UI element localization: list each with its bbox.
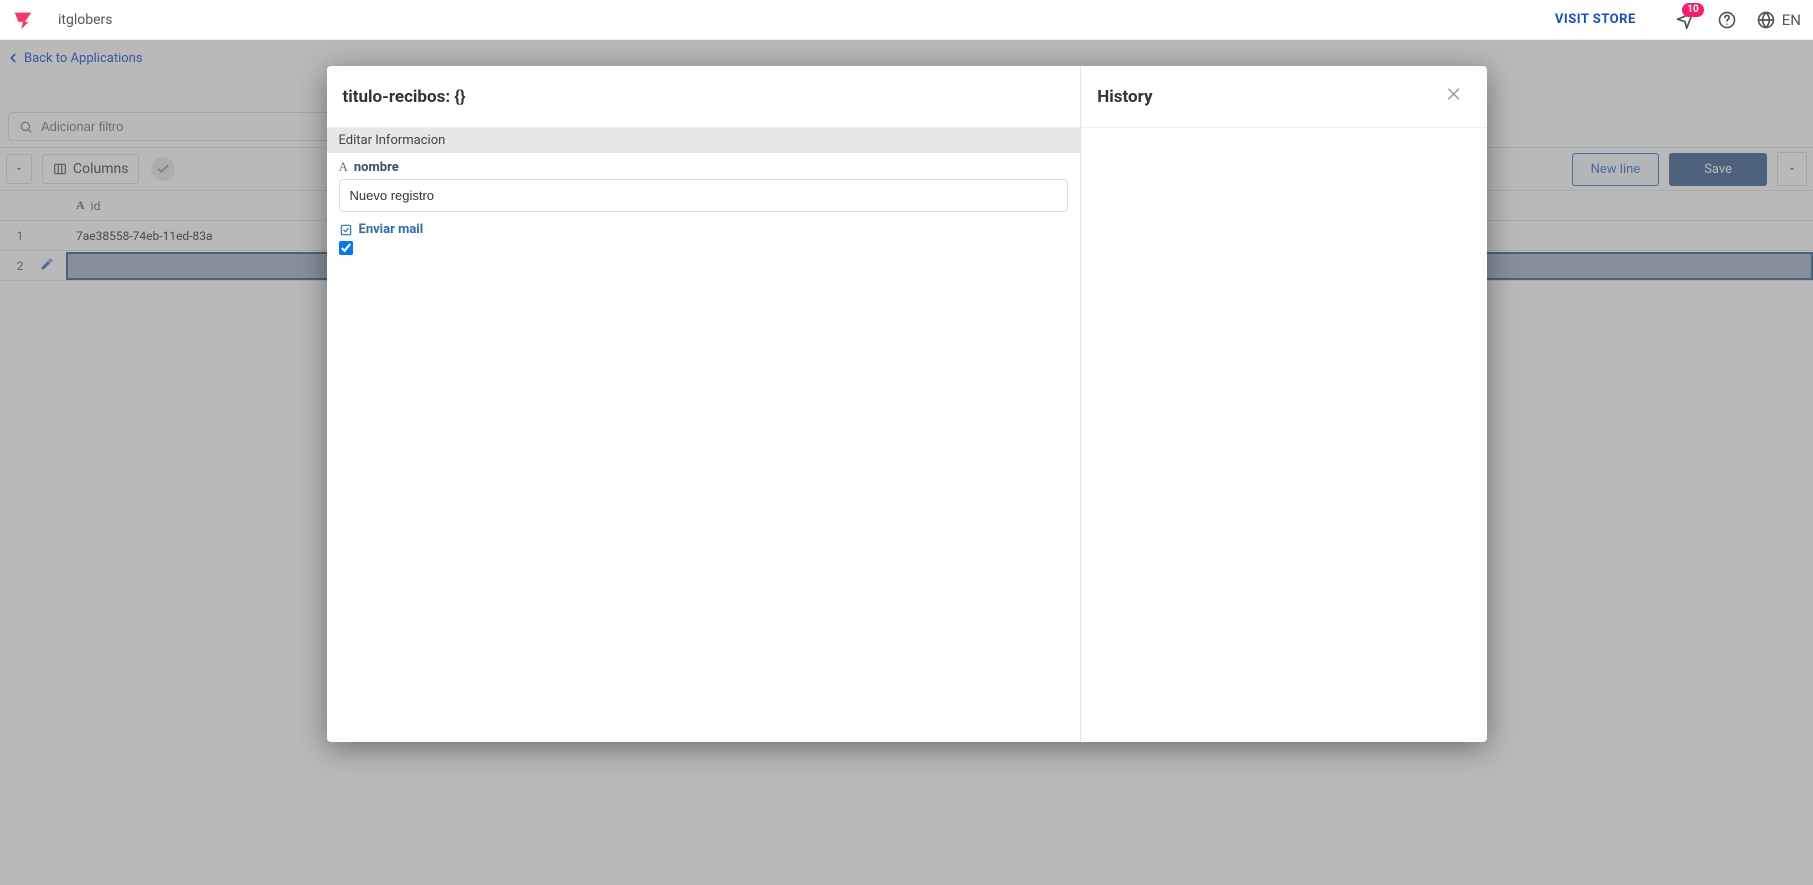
text-type-icon: A bbox=[339, 159, 348, 175]
history-body bbox=[1081, 128, 1486, 742]
notifications-button[interactable]: 10 bbox=[1674, 9, 1696, 31]
close-icon[interactable] bbox=[1437, 80, 1471, 113]
edit-record-modal: titulo-recibos: {} Editar Informacion A … bbox=[327, 66, 1487, 742]
brand-logo[interactable] bbox=[12, 9, 34, 31]
modal-right-pane: History bbox=[1081, 66, 1486, 742]
checkbox-type-icon bbox=[339, 223, 353, 237]
modal-left-body: Editar Informacion A nombre Enviar mail bbox=[327, 128, 1081, 742]
modal-right-title: History bbox=[1097, 87, 1152, 107]
field-nombre-label: A nombre bbox=[339, 159, 1069, 175]
language-selector[interactable]: EN bbox=[1756, 10, 1801, 30]
field-nombre-input[interactable] bbox=[339, 179, 1069, 212]
field-enviar-mail: Enviar mail bbox=[327, 216, 1081, 263]
field-enviar-mail-label[interactable]: Enviar mail bbox=[339, 222, 1069, 237]
field-nombre: A nombre bbox=[327, 153, 1081, 216]
section-title: Editar Informacion bbox=[327, 128, 1081, 153]
visit-store-link[interactable]: VISIT STORE bbox=[1555, 12, 1636, 27]
top-navbar: itglobers VISIT STORE 10 EN bbox=[0, 0, 1813, 40]
notification-badge: 10 bbox=[1682, 3, 1703, 17]
language-label: EN bbox=[1782, 11, 1801, 29]
modal-left-title: titulo-recibos: {} bbox=[327, 66, 1081, 128]
help-button[interactable] bbox=[1716, 9, 1738, 31]
tenant-name: itglobers bbox=[58, 12, 113, 28]
modal-left-pane: titulo-recibos: {} Editar Informacion A … bbox=[327, 66, 1082, 742]
field-enviar-mail-checkbox[interactable] bbox=[339, 241, 353, 255]
